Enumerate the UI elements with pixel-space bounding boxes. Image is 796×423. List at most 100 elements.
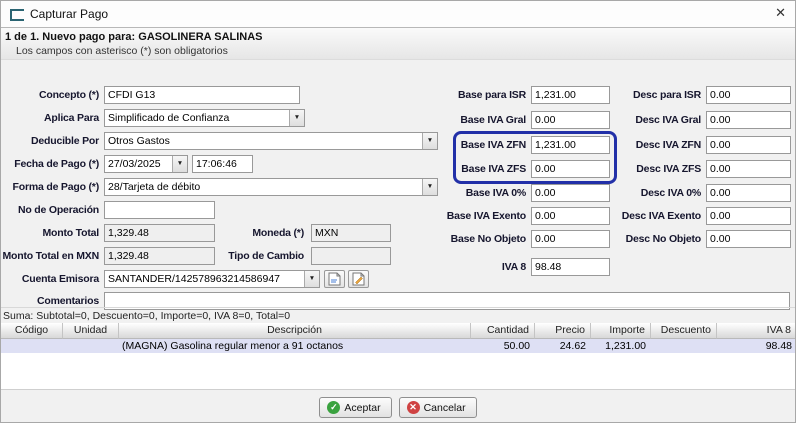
chevron-down-icon[interactable]: ▼ <box>172 156 187 172</box>
base-iva-0-input[interactable] <box>531 184 610 202</box>
required-fields-note: Los campos con asterisco (*) son obligat… <box>16 45 228 57</box>
cancelar-button-label: Cancelar <box>423 401 466 414</box>
items-table: Código Unidad Descripción Cantidad Preci… <box>1 323 795 390</box>
deducible-por-value: Otros Gastos <box>108 135 170 147</box>
cancelar-button[interactable]: ✕ Cancelar <box>398 397 477 418</box>
col-header-descripcion[interactable]: Descripción <box>119 323 471 339</box>
chevron-down-icon[interactable]: ▼ <box>422 133 437 149</box>
concepto-input[interactable] <box>104 86 300 104</box>
chevron-down-icon[interactable]: ▼ <box>289 110 304 126</box>
aplica-para-label: Aplica Para <box>44 112 99 124</box>
window-title: Capturar Pago <box>30 7 109 21</box>
deducible-por-label: Deducible Por <box>31 135 99 147</box>
table-row[interactable]: (MAGNA) Gasolina regular menor a 91 octa… <box>1 339 795 353</box>
cuenta-emisora-value: SANTANDER/142578963214586947 <box>108 273 281 285</box>
payment-header-text: 1 de 1. Nuevo pago para: GASOLINERA SALI… <box>5 31 263 43</box>
base-iva-gral-input[interactable] <box>531 111 610 129</box>
desc-iva-0-label: Desc IVA 0% <box>640 187 701 199</box>
desc-no-objeto-label: Desc No Objeto <box>625 233 702 245</box>
aceptar-button[interactable]: ✓ Aceptar <box>319 397 392 418</box>
monto-total-mxn-input[interactable] <box>104 247 215 265</box>
col-header-codigo[interactable]: Código <box>1 323 63 339</box>
col-header-precio[interactable]: Precio <box>535 323 591 339</box>
summary-divider <box>1 307 795 308</box>
iva-8-input[interactable] <box>531 258 610 276</box>
base-iva-zfs-input[interactable] <box>531 160 610 178</box>
base-no-objeto-label: Base No Objeto <box>450 233 527 245</box>
base-iva-zfn-input[interactable] <box>531 136 610 154</box>
base-iva-gral-label: Base IVA Gral <box>460 114 526 126</box>
desc-iva-exento-label: Desc IVA Exento <box>621 210 701 222</box>
fecha-pago-combo[interactable]: 27/03/2025 ▼ <box>104 155 188 173</box>
desc-iva-exento-input[interactable] <box>706 207 791 225</box>
concepto-label: Concepto (*) <box>38 89 99 101</box>
cell-codigo <box>1 339 63 353</box>
moneda-label: Moneda (*) <box>252 227 304 239</box>
col-header-cantidad[interactable]: Cantidad <box>471 323 535 339</box>
col-header-unidad[interactable]: Unidad <box>63 323 119 339</box>
capturar-pago-dialog: Capturar Pago ✕ 1 de 1. Nuevo pago para:… <box>0 0 796 423</box>
cell-descripcion: (MAGNA) Gasolina regular menor a 91 octa… <box>122 340 344 352</box>
document-icon <box>328 272 341 286</box>
chevron-down-icon[interactable]: ▼ <box>304 271 319 287</box>
forma-pago-value: 28/Tarjeta de débito <box>108 181 201 193</box>
aplica-para-combo[interactable]: Simplificado de Confianza ▼ <box>104 109 305 127</box>
account-edit-button[interactable] <box>348 270 369 288</box>
moneda-input[interactable] <box>311 224 391 242</box>
base-para-isr-input[interactable] <box>531 86 610 104</box>
cell-descuento <box>651 339 717 353</box>
cell-cantidad: 50.00 <box>503 340 530 352</box>
cell-unidad <box>63 339 119 353</box>
edit-pencil-icon <box>352 272 365 286</box>
dialog-header: 1 de 1. Nuevo pago para: GASOLINERA SALI… <box>1 28 795 60</box>
cuenta-emisora-label: Cuenta Emisora <box>21 273 99 285</box>
chevron-down-icon[interactable]: ▼ <box>422 179 437 195</box>
base-para-isr-label: Base para ISR <box>457 89 526 101</box>
items-table-header: Código Unidad Descripción Cantidad Preci… <box>1 323 795 339</box>
desc-iva-0-input[interactable] <box>706 184 791 202</box>
forma-pago-label: Forma de Pago (*) <box>12 181 100 193</box>
col-header-importe[interactable]: Importe <box>591 323 651 339</box>
cross-circle-icon: ✕ <box>406 401 420 414</box>
no-operacion-label: No de Operación <box>17 204 99 216</box>
base-iva-zfn-label: Base IVA ZFN <box>460 139 526 151</box>
cuenta-emisora-combo[interactable]: SANTANDER/142578963214586947 ▼ <box>104 270 320 288</box>
base-iva-exento-label: Base IVA Exento <box>446 210 526 222</box>
cell-importe: 1,231.00 <box>605 340 646 352</box>
cell-iva8: 98.48 <box>765 340 792 352</box>
cell-precio: 24.62 <box>559 340 586 352</box>
footer-button-bar: ✓ Aceptar ✕ Cancelar <box>1 397 795 418</box>
account-document-button[interactable] <box>324 270 345 288</box>
close-icon[interactable]: ✕ <box>775 5 786 21</box>
aplica-para-value: Simplificado de Confianza <box>108 112 230 124</box>
col-header-descuento[interactable]: Descuento <box>651 323 717 339</box>
fecha-pago-value: 27/03/2025 <box>108 158 161 170</box>
desc-para-isr-input[interactable] <box>706 86 791 104</box>
forma-pago-combo[interactable]: 28/Tarjeta de débito ▼ <box>104 178 438 196</box>
desc-iva-gral-input[interactable] <box>706 111 791 129</box>
tipo-cambio-input[interactable] <box>311 247 391 265</box>
app-icon <box>10 9 24 21</box>
titlebar: Capturar Pago ✕ <box>1 1 795 28</box>
desc-para-isr-label: Desc para ISR <box>632 89 701 101</box>
check-circle-icon: ✓ <box>327 401 341 414</box>
base-no-objeto-input[interactable] <box>531 230 610 248</box>
aceptar-button-label: Aceptar <box>344 401 381 414</box>
desc-no-objeto-input[interactable] <box>706 230 791 248</box>
no-operacion-input[interactable] <box>104 201 215 219</box>
base-iva-0-label: Base IVA 0% <box>465 187 526 199</box>
monto-total-input[interactable] <box>104 224 215 242</box>
monto-total-mxn-label: Monto Total en MXN <box>2 250 99 262</box>
base-iva-exento-input[interactable] <box>531 207 610 225</box>
desc-iva-zfn-label: Desc IVA ZFN <box>635 139 701 151</box>
desc-iva-zfn-input[interactable] <box>706 136 791 154</box>
hora-pago-input[interactable] <box>192 155 253 173</box>
totals-summary-text: Suma: Subtotal=0, Descuento=0, Importe=0… <box>3 310 291 322</box>
col-header-iva8[interactable]: IVA 8 <box>717 323 795 339</box>
desc-iva-zfs-input[interactable] <box>706 160 791 178</box>
deducible-por-combo[interactable]: Otros Gastos ▼ <box>104 132 438 150</box>
base-iva-zfs-label: Base IVA ZFS <box>461 163 526 175</box>
desc-iva-zfs-label: Desc IVA ZFS <box>636 163 701 175</box>
monto-total-label: Monto Total <box>42 227 99 239</box>
desc-iva-gral-label: Desc IVA Gral <box>635 114 701 126</box>
